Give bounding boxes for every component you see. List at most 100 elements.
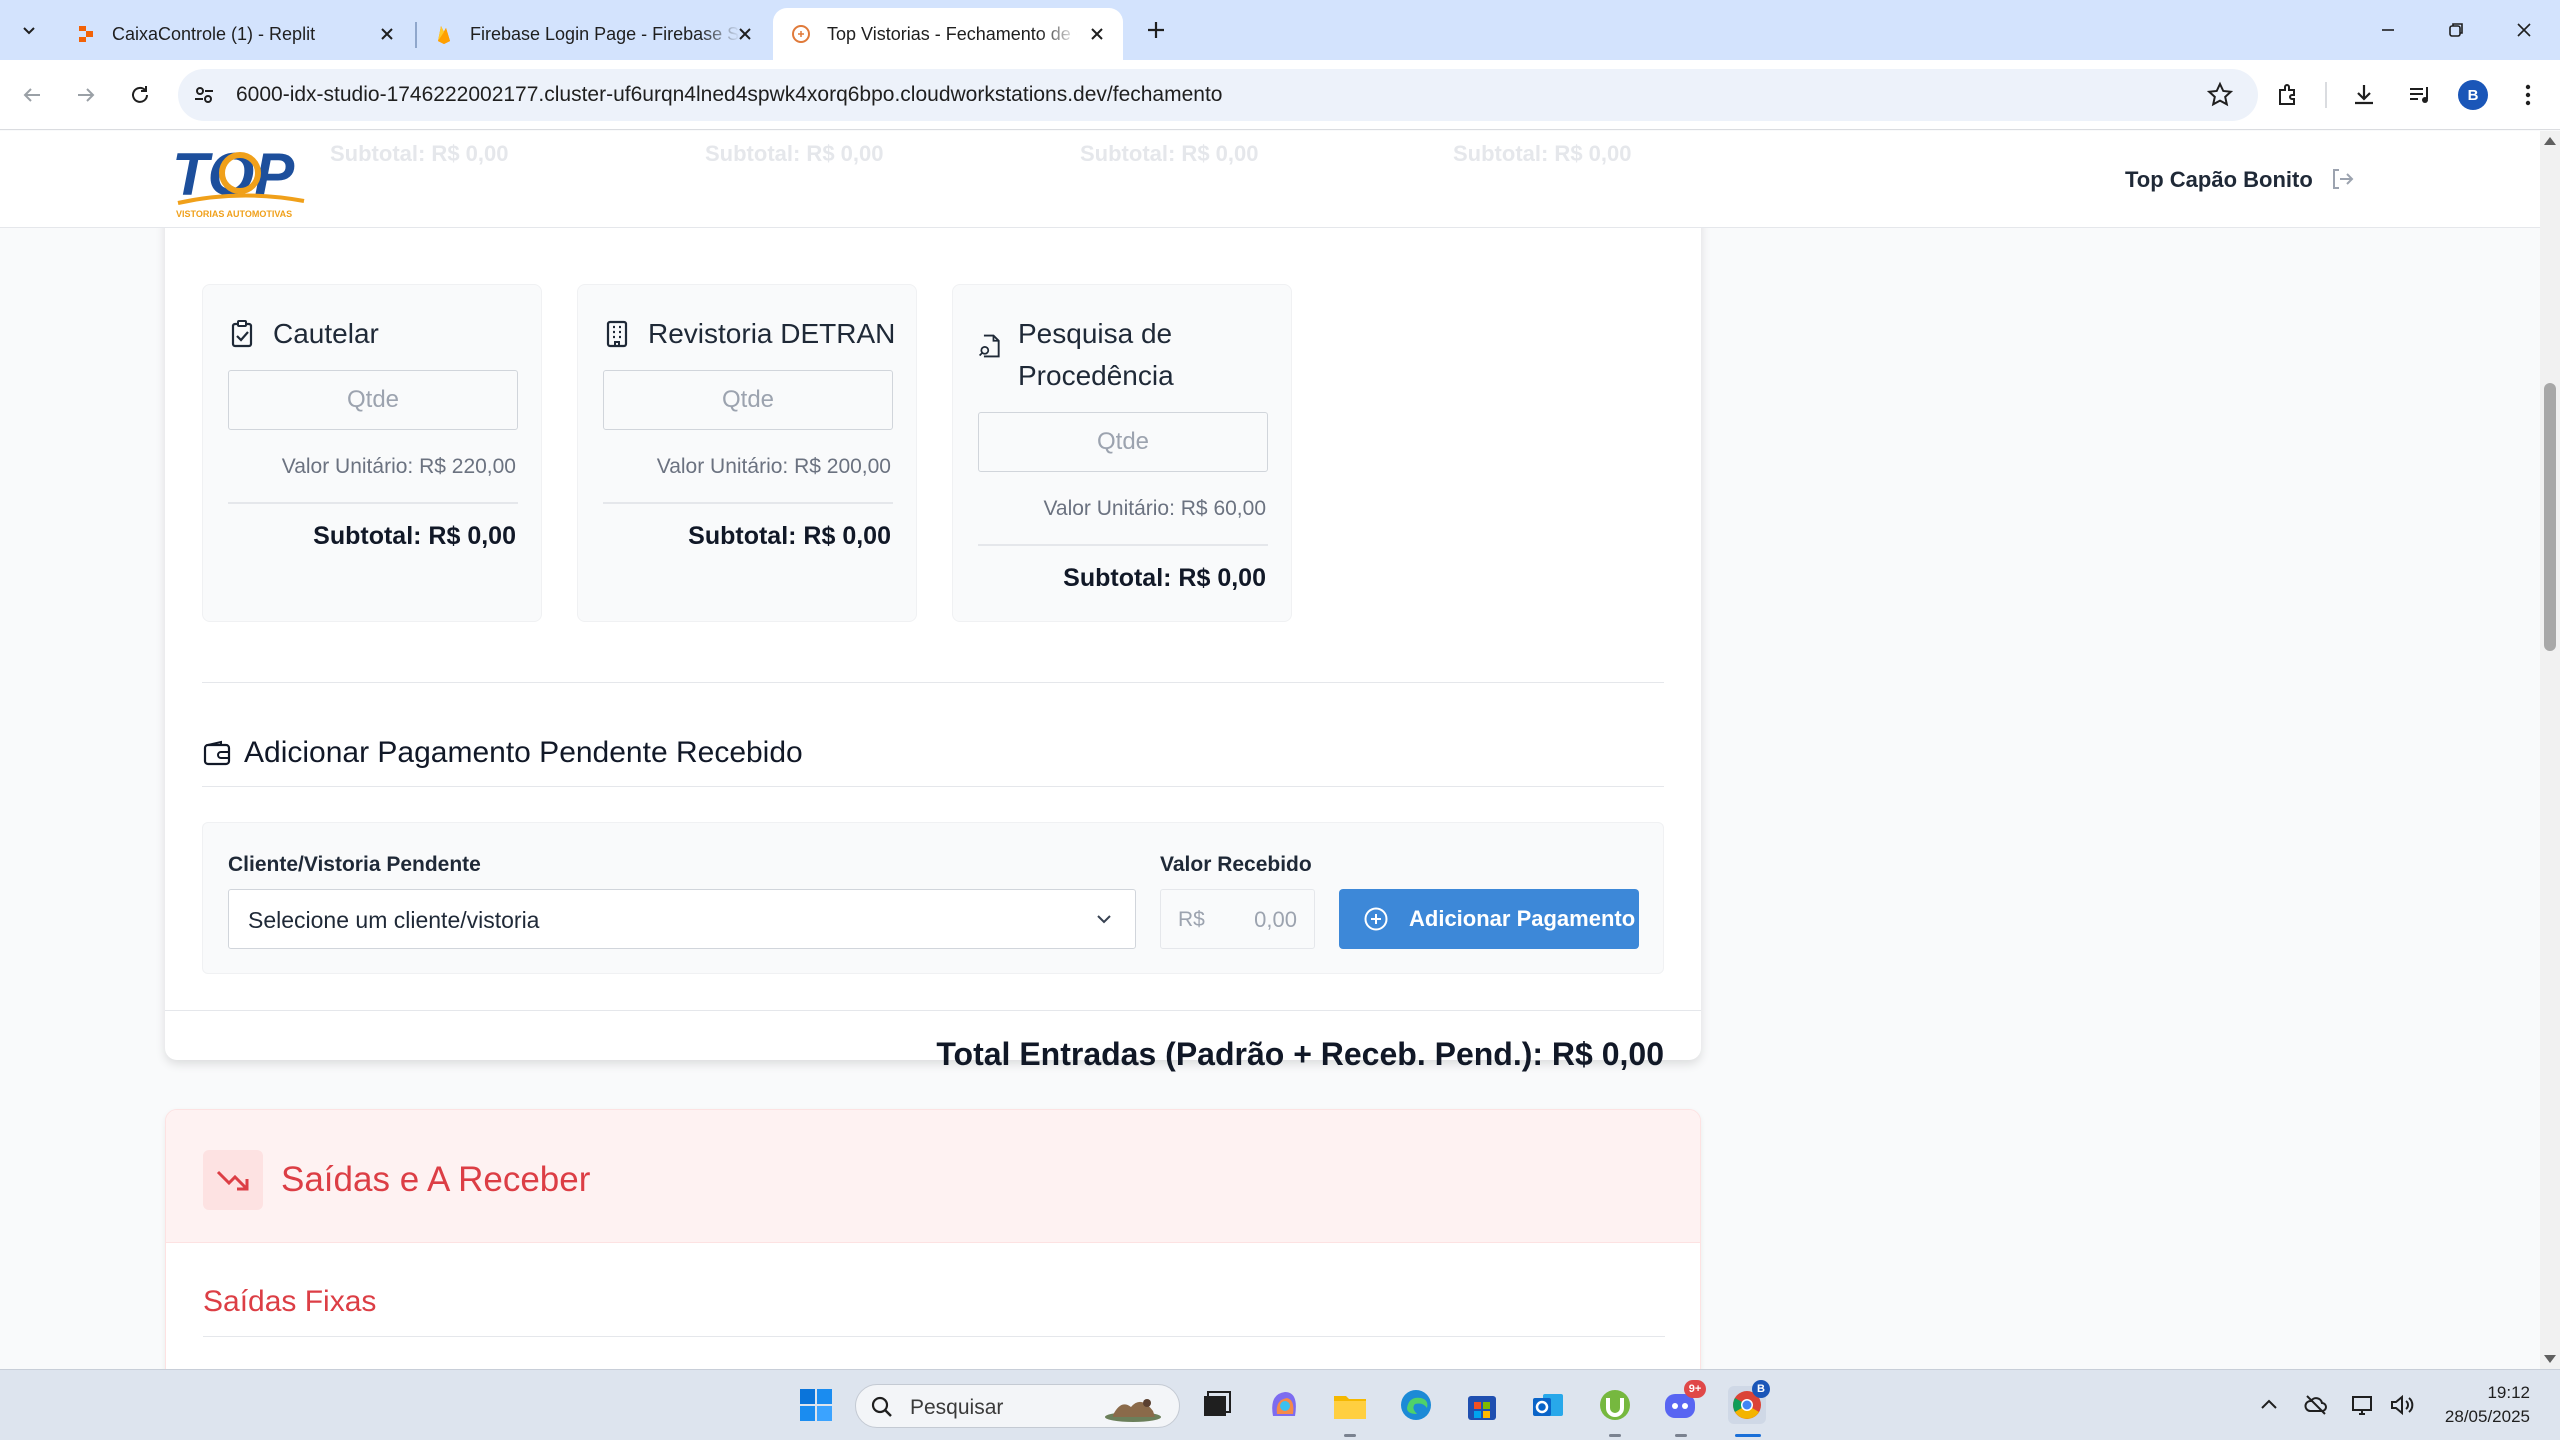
quantity-input[interactable]: Qtde <box>228 370 518 430</box>
running-indicator <box>1675 1434 1687 1437</box>
search-placeholder: Pesquisar <box>910 1396 1004 1419</box>
volume-icon[interactable] <box>2388 1392 2414 1418</box>
page-scrollbar[interactable] <box>2540 131 2560 1369</box>
logout-icon[interactable] <box>2328 165 2356 193</box>
scrollbar-thumb[interactable] <box>2544 383 2556 651</box>
service-subtotal: Subtotal: R$ 0,00 <box>1063 564 1266 592</box>
network-icon[interactable] <box>2350 1392 2376 1418</box>
scroll-down-arrow[interactable] <box>2544 1355 2556 1363</box>
outlook-icon[interactable] <box>1529 1386 1567 1424</box>
unit-price: Valor Unitário: R$ 200,00 <box>656 455 891 478</box>
toolbar-divider <box>2325 82 2327 108</box>
amount-placeholder: 0,00 <box>1254 907 1297 932</box>
browser-menu-button[interactable] <box>2510 77 2546 113</box>
bookmark-star-icon[interactable] <box>2206 81 2234 109</box>
restore-button[interactable] <box>2426 8 2486 52</box>
divider <box>978 544 1268 546</box>
section-divider <box>202 786 1664 787</box>
extensions-button[interactable] <box>2270 77 2306 113</box>
saidas-fixas-title: Saídas Fixas <box>203 1285 377 1318</box>
service-title: Pesquisa de Procedência <box>1018 318 1174 391</box>
minimize-icon <box>2382 29 2394 31</box>
taskbar-search[interactable]: Pesquisar <box>855 1384 1180 1428</box>
close-tab-icon[interactable] <box>375 22 399 46</box>
edge-icon[interactable] <box>1397 1386 1435 1424</box>
service-title: Cautelar <box>273 318 379 349</box>
pending-payment-title: Adicionar Pagamento Pendente Recebido <box>244 736 803 769</box>
firebase-icon <box>438 26 450 44</box>
tab-search-button[interactable] <box>12 13 46 47</box>
forward-button[interactable] <box>68 77 104 113</box>
windows-start-icon[interactable] <box>797 1386 835 1424</box>
address-bar[interactable]: 6000-idx-studio-1746222002177.cluster-uf… <box>178 69 2258 121</box>
minimize-button[interactable] <box>2358 8 2418 52</box>
playlist-icon <box>2410 87 2428 103</box>
entradas-card: Cautelar Qtde Valor Unitário: R$ 220,00 … <box>165 171 1701 1072</box>
faded-subtotal: Subtotal: R$ 0,00 <box>330 141 509 166</box>
arrow-right-icon <box>78 88 95 102</box>
search-highlight-icon <box>1105 1399 1161 1422</box>
new-tab-button[interactable] <box>1138 12 1174 48</box>
file-explorer-icon[interactable] <box>1331 1386 1369 1424</box>
close-tab-icon[interactable] <box>1085 22 1109 46</box>
copilot-icon[interactable] <box>1265 1386 1303 1424</box>
quantity-input[interactable]: Qtde <box>603 370 893 430</box>
total-entradas: Total Entradas (Padrão + Receb. Pend.): … <box>936 1036 1664 1072</box>
plus-icon <box>1148 22 1164 38</box>
divider <box>603 502 893 504</box>
restore-icon <box>2449 23 2463 37</box>
downloads-button[interactable] <box>2346 77 2382 113</box>
chevron-down-icon <box>1097 915 1111 924</box>
url-text: 6000-idx-studio-1746222002177.cluster-uf… <box>236 83 1223 106</box>
add-payment-button[interactable]: Adicionar Pagamento <box>1339 889 1639 949</box>
section-divider <box>202 682 1664 683</box>
client-label: Cliente/Vistoria Pendente <box>228 853 481 876</box>
logo-subtext: VISTORIAS AUTOMOTIVAS <box>176 209 292 219</box>
unit-price: Valor Unitário: R$ 60,00 <box>1043 497 1266 520</box>
clipboard-check-icon <box>231 320 253 348</box>
cloud-offline-icon[interactable] <box>2303 1392 2329 1418</box>
tab-title: Top Vistorias - Fechamento de C <box>827 23 1077 44</box>
scroll-up-arrow[interactable] <box>2544 137 2556 145</box>
amount-input[interactable]: R$ 0,00 <box>1160 889 1315 949</box>
tab-firebase[interactable]: Firebase Login Page - Firebase S <box>416 8 771 60</box>
service-pesquisa-procedencia: Pesquisa de Procedência Qtde Valor Unitá… <box>952 284 1292 622</box>
chevron-up-icon[interactable] <box>2256 1392 2282 1418</box>
plus-circle-icon <box>1364 907 1388 931</box>
quantity-input[interactable]: Qtde <box>978 412 1268 472</box>
service-cautelar: Cautelar Qtde Valor Unitário: R$ 220,00 … <box>202 284 542 622</box>
site-info-icon[interactable] <box>190 81 218 109</box>
profile-avatar[interactable]: B <box>2458 80 2488 110</box>
microsoft-store-icon[interactable] <box>1463 1386 1501 1424</box>
client-select-value: Selecione um cliente/vistoria <box>248 907 540 933</box>
close-tab-icon[interactable] <box>733 22 757 46</box>
running-indicator <box>1609 1434 1621 1437</box>
utorrent-icon[interactable] <box>1596 1386 1634 1424</box>
tab-top-vistorias[interactable]: Top Vistorias - Fechamento de C <box>773 8 1123 60</box>
clock-time: 19:12 <box>2487 1383 2530 1402</box>
media-controls-button[interactable] <box>2402 77 2438 113</box>
faded-subtotal: Subtotal: R$ 0,00 <box>1453 141 1632 166</box>
client-select[interactable]: Selecione um cliente/vistoria <box>228 889 1136 949</box>
reload-button[interactable] <box>122 77 158 113</box>
divider <box>228 502 518 504</box>
system-clock[interactable]: 19:12 28/05/2025 <box>2445 1381 2530 1429</box>
reload-icon <box>132 86 148 103</box>
browser-toolbar: 6000-idx-studio-1746222002177.cluster-uf… <box>0 60 2560 130</box>
tab-title: Firebase Login Page - Firebase S <box>470 23 740 44</box>
wallet-icon <box>203 740 231 766</box>
amount-label: Valor Recebido <box>1160 853 1312 876</box>
service-revistoria-detran: Revistoria DETRAN Qtde Valor Unitário: R… <box>577 284 917 622</box>
add-payment-label: Adicionar Pagamento <box>1409 906 1636 931</box>
file-search-icon <box>978 334 1000 358</box>
tab-replit[interactable]: CaixaControle (1) - Replit <box>58 8 413 60</box>
running-indicator <box>1344 1434 1356 1437</box>
back-button[interactable] <box>14 77 50 113</box>
task-view-icon[interactable] <box>1198 1386 1236 1424</box>
unit-price: Valor Unitário: R$ 220,00 <box>281 455 516 478</box>
chrome-profile-badge: B <box>1752 1380 1770 1398</box>
close-window-button[interactable] <box>2494 8 2554 52</box>
browser-tab-bar: CaixaControle (1) - Replit Firebase Logi… <box>0 0 2560 60</box>
tab-title: CaixaControle (1) - Replit <box>112 23 316 44</box>
top-vistorias-logo[interactable]: TOP VISTORIAS AUTOMOTIVAS <box>170 139 310 221</box>
